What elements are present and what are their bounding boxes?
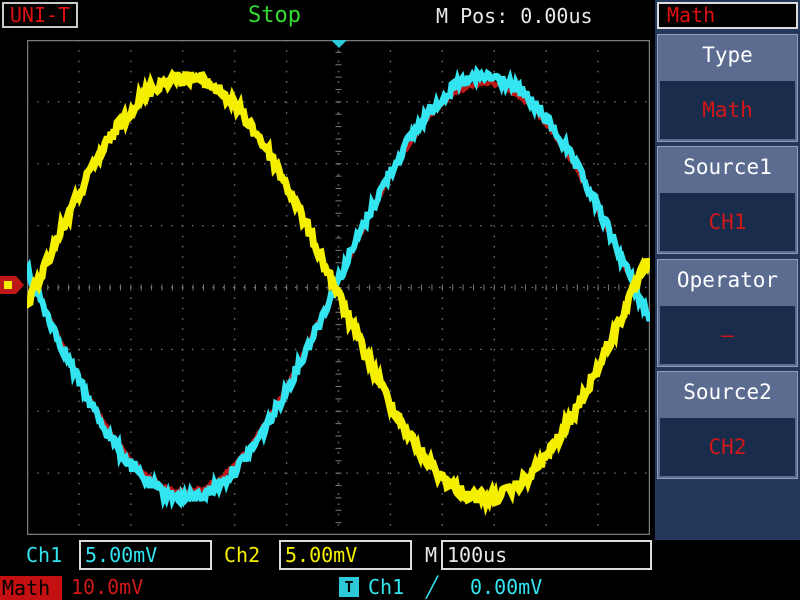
waveform-canvas <box>27 40 650 535</box>
menu-item-label: Source2 <box>683 380 772 404</box>
math-label: Math <box>0 576 62 600</box>
waveform-display <box>27 40 650 535</box>
ch2-label: Ch2 <box>224 543 261 567</box>
brand-logo: UNI-T <box>2 2 78 28</box>
ch1-scale[interactable]: 5.00mV <box>79 540 212 570</box>
menu-item-value: Math <box>660 81 795 139</box>
trigger-level: 0.00mV <box>470 575 543 599</box>
horizontal-position: M Pos: 0.00us <box>436 4 593 28</box>
menu-item-label: Type <box>702 43 753 67</box>
menu-item-operator[interactable]: Operator — <box>657 259 798 367</box>
menu-item-value: — <box>660 306 795 364</box>
trigger-icon: T <box>339 577 359 597</box>
menu-item-type[interactable]: Type Math <box>657 34 798 142</box>
ch2-scale[interactable]: 5.00mV <box>279 540 412 570</box>
menu-item-value: CH1 <box>660 193 795 251</box>
trigger-source: Ch1 <box>368 575 405 599</box>
ch1-label: Ch1 <box>26 543 63 567</box>
menu-item-label: Source1 <box>683 155 772 179</box>
timebase-label: M <box>425 543 438 567</box>
menu-item-value: CH2 <box>660 418 795 476</box>
ground-marker-icon <box>0 276 24 294</box>
run-status: Stop <box>248 3 301 28</box>
trigger-slope-icon: ╱ <box>426 575 439 599</box>
trigger-position-marker <box>331 40 347 48</box>
math-menu-panel: Math Type Math Source1 CH1 Operator — So… <box>655 0 800 540</box>
math-scale: 10.0mV <box>71 575 144 599</box>
timebase-value[interactable]: 100us <box>441 540 652 570</box>
top-status-bar: UNI-T Stop M Pos: 0.00us <box>0 0 655 32</box>
menu-item-source2[interactable]: Source2 CH2 <box>657 371 798 479</box>
menu-item-label: Operator <box>676 268 779 292</box>
menu-item-source1[interactable]: Source1 CH1 <box>657 146 798 254</box>
menu-title: Math <box>657 2 798 29</box>
